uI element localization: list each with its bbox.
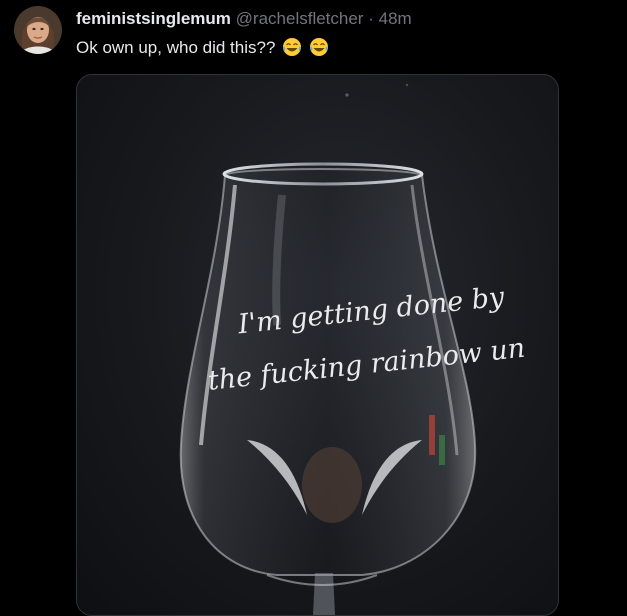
laughing-crying-emoji-icon	[309, 38, 328, 56]
green-reflection	[439, 435, 445, 465]
wine-glass-photo: I'm getting done by the fucking rainbow …	[179, 83, 527, 615]
user-handle[interactable]: @rachelsfletcher	[236, 9, 364, 28]
avatar[interactable]	[14, 6, 62, 54]
stem-shadow	[302, 447, 362, 523]
red-reflection	[429, 415, 435, 455]
backdrop-speck	[345, 93, 349, 97]
tweet-text: Ok own up, who did this??	[76, 37, 329, 59]
separator-dot: ·	[368, 9, 374, 28]
avatar-image	[14, 6, 62, 54]
tweet-photo[interactable]: I'm getting done by the fucking rainbow …	[76, 74, 559, 616]
laughing-crying-emoji-icon	[283, 38, 302, 56]
tweet[interactable]: feministsinglemum @rachelsfletcher · 48m…	[0, 0, 627, 616]
display-name[interactable]: feministsinglemum	[76, 9, 231, 28]
backdrop-speck	[405, 83, 409, 87]
tweet-header: feministsinglemum @rachelsfletcher · 48m	[76, 9, 412, 29]
tweet-body: Ok own up, who did this??	[76, 38, 276, 57]
glass-stem	[313, 573, 335, 615]
timestamp[interactable]: 48m	[379, 9, 412, 28]
